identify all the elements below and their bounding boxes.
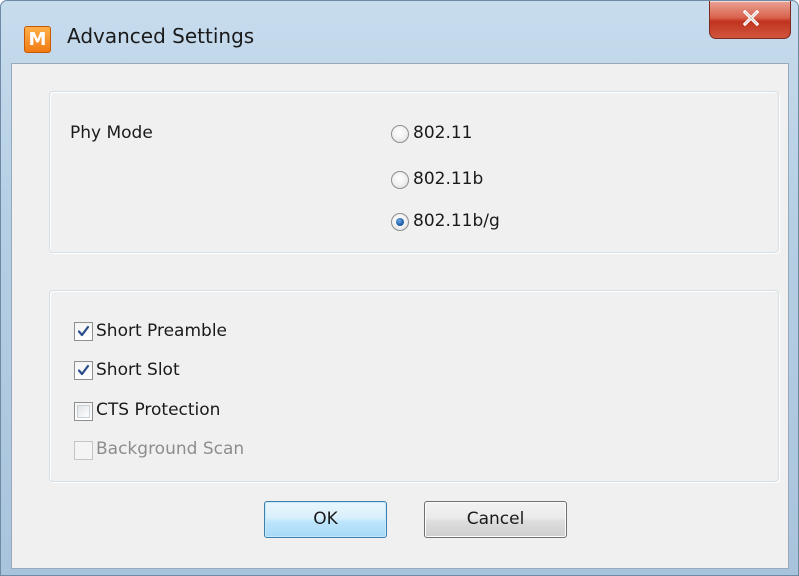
background-scan-label: Background Scan bbox=[96, 439, 245, 459]
cancel-button[interactable]: Cancel bbox=[424, 501, 567, 538]
cts-protection-label[interactable]: CTS Protection bbox=[96, 400, 220, 420]
radio-802-11b[interactable] bbox=[391, 171, 409, 189]
cts-protection-checkbox[interactable] bbox=[74, 402, 93, 421]
advanced-settings-window: M Advanced Settings Phy Mode 802.11 802.… bbox=[0, 0, 799, 576]
short-slot-label[interactable]: Short Slot bbox=[96, 360, 180, 380]
app-logo-icon[interactable]: M bbox=[24, 26, 51, 53]
radio-selected-dot bbox=[396, 218, 404, 226]
close-button[interactable] bbox=[709, 1, 791, 39]
checkmark-icon bbox=[77, 325, 90, 337]
short-preamble-checkbox[interactable] bbox=[74, 322, 93, 341]
short-preamble-label[interactable]: Short Preamble bbox=[96, 321, 227, 341]
short-slot-checkbox[interactable] bbox=[74, 361, 93, 380]
radio-802-11[interactable] bbox=[391, 125, 409, 143]
radio-label-802-11bg[interactable]: 802.11b/g bbox=[413, 211, 500, 231]
phy-mode-label: Phy Mode bbox=[70, 123, 153, 143]
window-title: Advanced Settings bbox=[67, 24, 255, 48]
radio-802-11bg[interactable] bbox=[391, 213, 409, 231]
background-scan-checkbox bbox=[74, 441, 93, 460]
checkmark-icon bbox=[77, 364, 90, 376]
ok-button[interactable]: OK bbox=[264, 501, 387, 538]
close-icon bbox=[743, 10, 759, 26]
radio-label-802-11[interactable]: 802.11 bbox=[413, 123, 472, 143]
title-bar[interactable]: M Advanced Settings bbox=[1, 1, 798, 63]
radio-label-802-11b[interactable]: 802.11b bbox=[413, 169, 483, 189]
dialog-body: Phy Mode 802.11 802.11b 802.11b/g Short … bbox=[11, 63, 789, 569]
